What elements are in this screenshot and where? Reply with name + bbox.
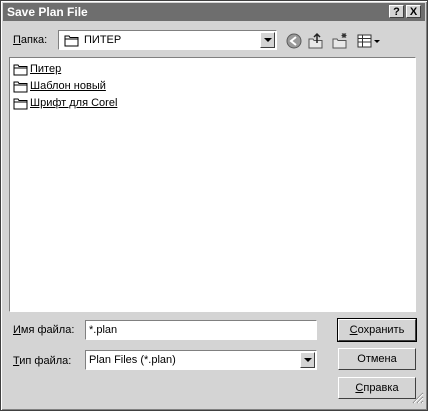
resize-grip-icon[interactable] xyxy=(412,392,424,407)
filetype-dropdown-button[interactable] xyxy=(300,352,315,368)
help-title-button[interactable]: ? xyxy=(389,5,404,18)
folder-icon xyxy=(64,34,80,50)
filetype-label: Тип файла: xyxy=(13,355,72,367)
back-icon[interactable] xyxy=(285,32,305,50)
up-folder-icon[interactable] xyxy=(307,32,327,50)
dialog-title: Save Plan File xyxy=(7,5,88,19)
view-menu-icon[interactable] xyxy=(356,32,382,50)
list-item-label: Шаблон новый xyxy=(30,80,106,92)
file-list[interactable]: Питер Шаблон новый Шрифт для Corel xyxy=(9,57,416,312)
list-item-label: Шрифт для Corel xyxy=(30,97,118,109)
list-item-label: Питер xyxy=(30,63,62,75)
new-folder-icon[interactable] xyxy=(331,32,351,50)
folder-icon xyxy=(13,64,28,76)
lookin-dropdown-button[interactable] xyxy=(260,32,275,48)
filetype-select[interactable]: Plan Files (*.plan) xyxy=(85,350,317,370)
save-button[interactable]: Сохранить xyxy=(337,318,417,342)
filetype-value: Plan Files (*.plan) xyxy=(89,354,176,366)
title-bar[interactable]: Save Plan File ? X xyxy=(3,3,425,21)
save-plan-file-dialog: Save Plan File ? X Папка: ПИТЕР Питер Ша… xyxy=(0,0,428,411)
close-title-button[interactable]: X xyxy=(406,5,421,18)
filename-value: *.plan xyxy=(89,324,118,336)
lookin-combo[interactable]: ПИТЕР xyxy=(58,30,277,50)
folder-icon xyxy=(13,81,28,93)
lookin-label: Папка: xyxy=(13,34,48,46)
cancel-button[interactable]: Отмена xyxy=(338,348,416,370)
filename-label: Имя файла: xyxy=(13,324,75,336)
folder-icon xyxy=(13,98,28,110)
filename-field[interactable]: *.plan xyxy=(85,320,317,340)
help-button[interactable]: Справка xyxy=(338,377,416,399)
lookin-value: ПИТЕР xyxy=(84,34,122,46)
